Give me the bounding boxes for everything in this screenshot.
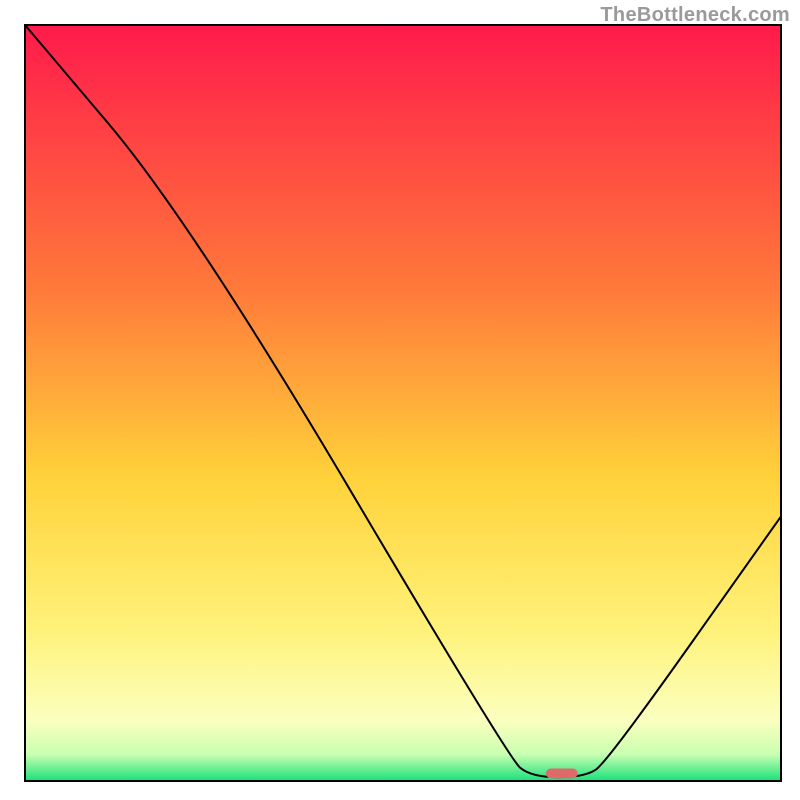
optimal-marker [546,769,578,779]
bottleneck-chart [0,0,800,800]
gradient-background [25,25,781,781]
